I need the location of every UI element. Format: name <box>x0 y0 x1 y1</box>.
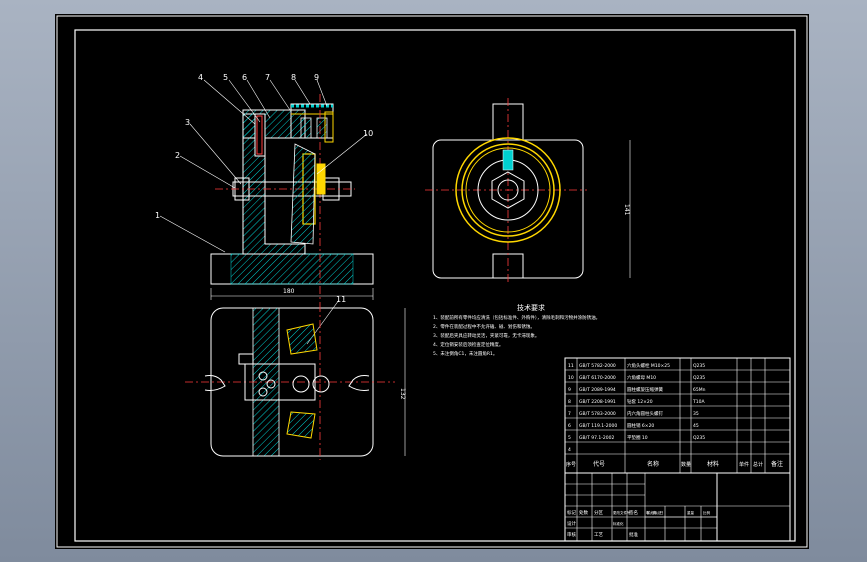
header-name: 名称 <box>647 460 659 468</box>
svg-text:GB/T 5783-2000: GB/T 5783-2000 <box>579 411 616 417</box>
svg-text:45: 45 <box>693 423 699 429</box>
balloon-7: 7 <box>265 73 270 82</box>
svg-text:签名: 签名 <box>629 509 638 516</box>
balloon-3: 3 <box>185 118 190 127</box>
svg-text:GB/T 5782-2000: GB/T 5782-2000 <box>579 363 616 369</box>
svg-text:GB/T 119.1-2000: GB/T 119.1-2000 <box>579 423 617 429</box>
title-block: 标记 处数 分区 更改文件号 签名 年、月、日 设计 标准化 阶段标记 重量 比… <box>564 472 791 542</box>
balloon-11: 11 <box>336 295 346 304</box>
svg-text:分区: 分区 <box>594 509 603 516</box>
balloon-10: 10 <box>363 129 373 138</box>
drawing-viewport[interactable]: 180 4 5 6 7 8 9 3 2 1 10 11 132 141 技术要求… <box>55 14 809 549</box>
svg-text:65Mn: 65Mn <box>693 387 706 393</box>
balloon-1: 1 <box>155 211 160 220</box>
svg-text:审核: 审核 <box>567 531 576 538</box>
tech-line-5: 5、未注倒角C1，未注圆角R1。 <box>433 350 497 357</box>
svg-text:35: 35 <box>693 411 699 417</box>
tech-line-3: 3、装配后夹具应转动灵活，夹紧可靠，无卡滞现象。 <box>433 332 539 339</box>
tech-requirements: 技术要求 1、装配前所有零件均应清洗（包括标准件、外购件），清除毛刺和污物并涂防… <box>433 303 600 357</box>
svg-text:圆柱销 6×20: 圆柱销 6×20 <box>627 422 654 429</box>
header-seq: 序号 <box>566 461 576 468</box>
parts-list: 11 GB/T 5782-2000 六角头螺栓 M10×25 Q235 10 G… <box>564 357 791 474</box>
svg-text:GB/T 97.1-2002: GB/T 97.1-2002 <box>579 435 615 441</box>
svg-text:Q235: Q235 <box>693 375 705 381</box>
tech-line-4: 4、定位销安装后须检查定位精度。 <box>433 341 503 348</box>
dim-front-width: 180 <box>283 288 295 295</box>
cad-drawing: 180 4 5 6 7 8 9 3 2 1 10 11 132 141 技术要求… <box>56 15 808 548</box>
svg-text:处数: 处数 <box>579 509 588 516</box>
side-view: 141 <box>425 98 631 282</box>
svg-text:工艺: 工艺 <box>594 532 603 538</box>
tech-line-2: 2、零件在装配过程中不允许磕、碰、划伤和锈蚀。 <box>433 323 535 330</box>
svg-text:5: 5 <box>568 435 571 441</box>
dim-side-height: 141 <box>623 204 630 216</box>
svg-text:阶段标记: 阶段标记 <box>647 510 661 515</box>
svg-text:T10A: T10A <box>692 399 705 405</box>
svg-text:比例: 比例 <box>703 510 711 515</box>
svg-text:4: 4 <box>568 447 571 453</box>
balloon-6: 6 <box>242 73 247 82</box>
header-code: 代号 <box>593 460 605 468</box>
svg-text:设计: 设计 <box>567 520 576 527</box>
front-view: 180 <box>210 94 374 304</box>
svg-text:GB/T 2089-1994: GB/T 2089-1994 <box>579 387 616 393</box>
svg-text:圆柱螺旋压缩弹簧: 圆柱螺旋压缩弹簧 <box>627 386 663 393</box>
svg-text:GB/T 2208-1991: GB/T 2208-1991 <box>579 399 616 405</box>
tech-title: 技术要求 <box>517 303 545 312</box>
svg-text:9: 9 <box>568 387 571 393</box>
balloon-8: 8 <box>291 73 296 82</box>
svg-text:标记: 标记 <box>567 509 576 516</box>
svg-text:10: 10 <box>568 375 574 381</box>
svg-text:GB/T 6170-2000: GB/T 6170-2000 <box>579 375 616 381</box>
svg-text:7: 7 <box>568 411 571 417</box>
svg-text:标准化: 标准化 <box>613 521 624 526</box>
balloon-9: 9 <box>314 73 319 82</box>
svg-text:内六角圆柱头螺钉: 内六角圆柱头螺钉 <box>627 410 663 417</box>
svg-text:批准: 批准 <box>629 531 638 538</box>
svg-text:钻套 12×20: 钻套 12×20 <box>627 398 653 405</box>
header-material: 材料 <box>707 460 719 468</box>
header-qty: 数量 <box>681 461 691 468</box>
dim-top-height: 132 <box>399 388 406 400</box>
svg-text:8: 8 <box>568 399 571 405</box>
svg-text:Q235: Q235 <box>693 435 705 441</box>
svg-text:11: 11 <box>568 363 574 369</box>
balloon-5: 5 <box>223 73 228 82</box>
header-total: 总计 <box>753 461 763 468</box>
header-unit: 单件 <box>739 461 749 468</box>
balloon-2: 2 <box>175 151 180 160</box>
top-view: 132 <box>185 304 406 460</box>
svg-text:平垫圈 10: 平垫圈 10 <box>627 434 648 441</box>
svg-text:六角螺母 M10: 六角螺母 M10 <box>627 374 656 381</box>
tech-line-1: 1、装配前所有零件均应清洗（包括标准件、外购件），清除毛刺和污物并涂防锈油。 <box>433 314 600 321</box>
balloon-4: 4 <box>198 73 203 82</box>
svg-text:Q235: Q235 <box>693 363 705 369</box>
svg-text:六角头螺栓 M10×25: 六角头螺栓 M10×25 <box>627 362 670 369</box>
header-remark: 备注 <box>771 460 783 468</box>
outer-border <box>56 15 808 548</box>
svg-text:重量: 重量 <box>687 510 695 515</box>
svg-text:6: 6 <box>568 423 571 429</box>
